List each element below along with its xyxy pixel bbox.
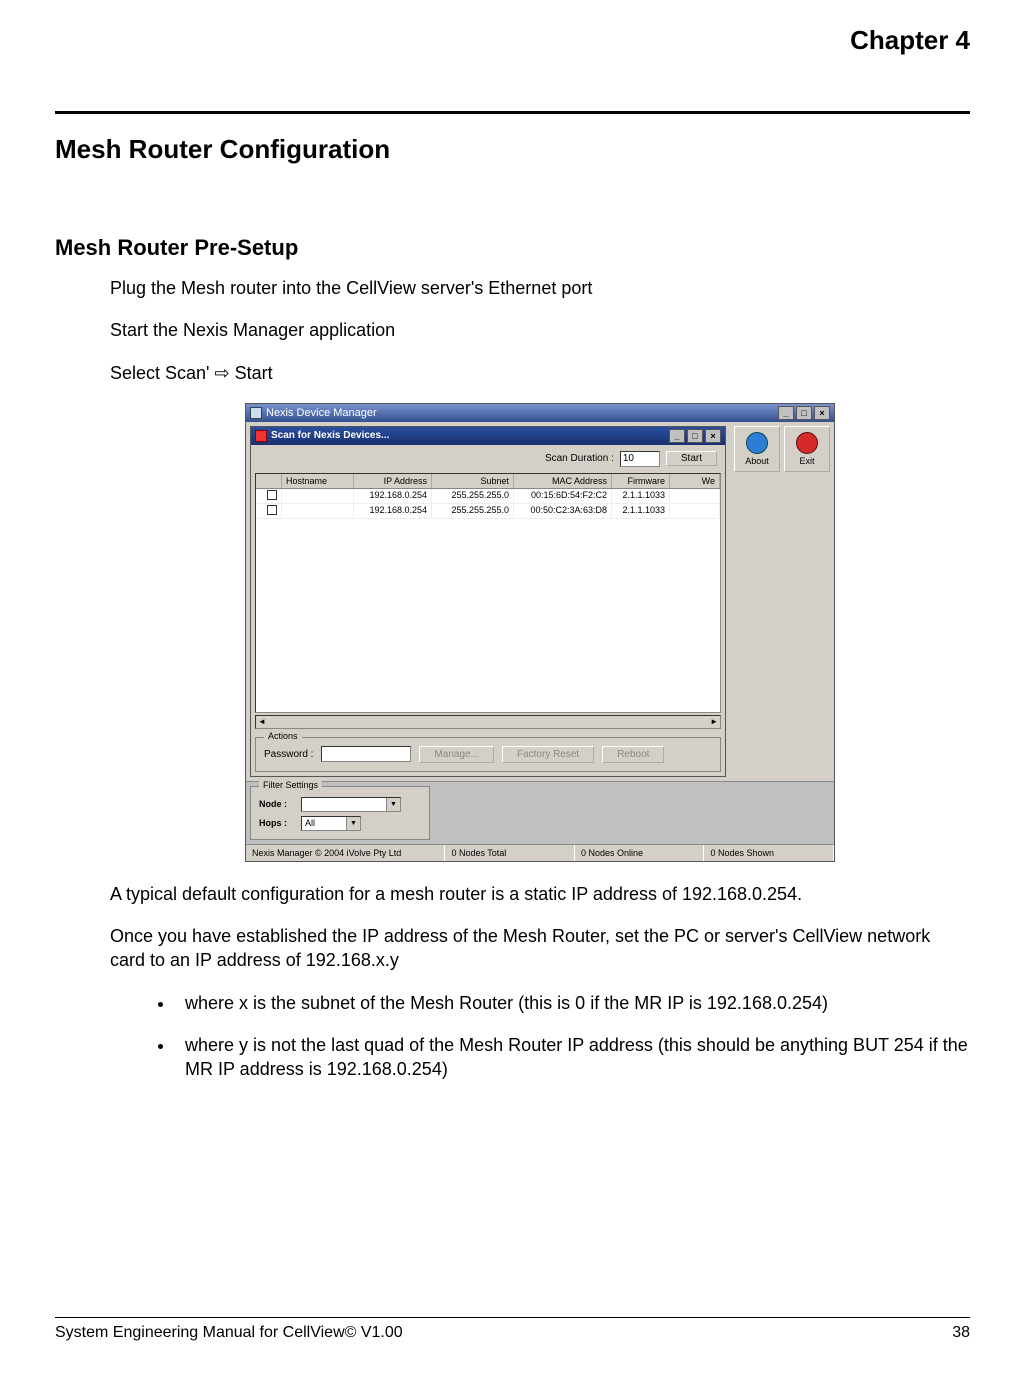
scan-window: Scan for Nexis Devices... _ □ × Scan Dur… <box>250 426 726 777</box>
paragraph: Start the Nexis Manager application <box>110 318 970 342</box>
scroll-right-icon[interactable]: ► <box>710 717 718 726</box>
maximize-button[interactable]: □ <box>796 406 812 420</box>
scan-duration-input[interactable] <box>620 451 660 467</box>
password-input[interactable] <box>321 746 411 762</box>
status-bar: Nexis Manager © 2004 iVolve Pty Ltd 0 No… <box>246 844 834 861</box>
row-checkbox[interactable] <box>267 505 277 515</box>
inner-window-title: Scan for Nexis Devices... <box>271 430 389 441</box>
page-footer: System Engineering Manual for CellView© … <box>55 1317 970 1342</box>
footer-page-number: 38 <box>952 1324 970 1342</box>
status-nodes-total: 0 Nodes Total <box>445 845 575 861</box>
app-icon <box>250 407 262 419</box>
side-buttons: About Exit <box>730 422 834 781</box>
footer-doc-title: System Engineering Manual for CellView© … <box>55 1324 403 1342</box>
grid-header: Hostname IP Address Subnet MAC Address F… <box>256 474 720 489</box>
maximize-button[interactable]: □ <box>687 429 703 443</box>
actions-group: Actions Password : Manage... Factory Res… <box>255 737 721 772</box>
manage-button[interactable]: Manage... <box>419 746 493 763</box>
main-frame: Scan for Nexis Devices... _ □ × Scan Dur… <box>246 422 834 782</box>
scan-duration-label: Scan Duration : <box>545 453 614 464</box>
node-combo[interactable]: ▼ <box>301 797 401 812</box>
scroll-left-icon[interactable]: ◄ <box>258 717 266 726</box>
cell-mac: 00:15:6D:54:F2:C2 <box>514 489 612 503</box>
cell-we <box>670 489 720 503</box>
col-mac[interactable]: MAC Address <box>514 474 612 488</box>
status-nodes-online: 0 Nodes Online <box>575 845 705 861</box>
status-nodes-shown: 0 Nodes Shown <box>704 845 834 861</box>
screenshot-figure: Nexis Device Manager _ □ × Scan for Nexi… <box>110 403 970 862</box>
list-item: where x is the subnet of the Mesh Router… <box>175 991 970 1015</box>
node-label: Node : <box>259 799 295 809</box>
col-firmware[interactable]: Firmware <box>612 474 670 488</box>
device-grid: Hostname IP Address Subnet MAC Address F… <box>255 473 721 713</box>
minimize-button[interactable]: _ <box>778 406 794 420</box>
hops-combo[interactable]: All ▼ <box>301 816 361 831</box>
about-button[interactable]: About <box>734 426 780 472</box>
cell-hostname <box>282 489 354 503</box>
nexis-manager-window: Nexis Device Manager _ □ × Scan for Nexi… <box>245 403 835 862</box>
scan-icon <box>255 430 267 442</box>
cell-hostname <box>282 504 354 518</box>
list-item: where y is not the last quad of the Mesh… <box>175 1033 970 1082</box>
close-button[interactable]: × <box>705 429 721 443</box>
cell-subnet: 255.255.255.0 <box>432 489 514 503</box>
cell-we <box>670 504 720 518</box>
chevron-down-icon: ▼ <box>346 817 360 830</box>
chapter-label: Chapter 4 <box>55 25 970 56</box>
inner-titlebar: Scan for Nexis Devices... _ □ × <box>251 427 725 445</box>
paragraph: A typical default configuration for a me… <box>110 882 970 906</box>
filter-legend: Filter Settings <box>259 780 322 790</box>
hops-label: Hops : <box>259 818 295 828</box>
paragraph: Once you have established the IP address… <box>110 924 970 973</box>
outer-titlebar: Nexis Device Manager _ □ × <box>246 404 834 422</box>
horizontal-scrollbar[interactable]: ◄ ► <box>255 715 721 729</box>
cell-ip: 192.168.0.254 <box>354 489 432 503</box>
minimize-button[interactable]: _ <box>669 429 685 443</box>
info-icon <box>746 432 768 454</box>
cell-subnet: 255.255.255.0 <box>432 504 514 518</box>
bullet-list: where x is the subnet of the Mesh Router… <box>110 991 970 1082</box>
start-button[interactable]: Start <box>666 451 717 466</box>
paragraph: Select Scan' ⇨ Start <box>110 361 970 385</box>
power-icon <box>796 432 818 454</box>
filter-settings-group: Filter Settings Node : ▼ Hops : All ▼ <box>250 786 430 840</box>
col-ip[interactable]: IP Address <box>354 474 432 488</box>
divider <box>55 111 970 114</box>
col-subnet[interactable]: Subnet <box>432 474 514 488</box>
row-checkbox[interactable] <box>267 490 277 500</box>
inner-window-controls: _ □ × <box>669 429 721 443</box>
window-controls: _ □ × <box>778 406 830 420</box>
col-we[interactable]: We <box>670 474 720 488</box>
about-label: About <box>745 456 769 466</box>
exit-button[interactable]: Exit <box>784 426 830 472</box>
paragraph: Plug the Mesh router into the CellView s… <box>110 276 970 300</box>
status-copyright: Nexis Manager © 2004 iVolve Pty Ltd <box>246 845 445 861</box>
password-label: Password : <box>264 749 313 760</box>
outer-window-title: Nexis Device Manager <box>266 407 377 419</box>
table-row[interactable]: 192.168.0.254 255.255.255.0 00:50:C2:3A:… <box>256 504 720 519</box>
hops-combo-value: All <box>302 818 346 828</box>
close-button[interactable]: × <box>814 406 830 420</box>
cell-firmware: 2.1.1.1033 <box>612 489 670 503</box>
exit-label: Exit <box>799 456 814 466</box>
col-hostname[interactable]: Hostname <box>282 474 354 488</box>
reboot-button[interactable]: Reboot <box>602 746 664 763</box>
actions-legend: Actions <box>264 731 302 741</box>
scan-controls: Scan Duration : Start <box>251 445 725 473</box>
body-content: Plug the Mesh router into the CellView s… <box>55 276 970 1082</box>
cell-firmware: 2.1.1.1033 <box>612 504 670 518</box>
cell-mac: 00:50:C2:3A:63:D8 <box>514 504 612 518</box>
page-title: Mesh Router Configuration <box>55 134 970 165</box>
table-row[interactable]: 192.168.0.254 255.255.255.0 00:15:6D:54:… <box>256 489 720 504</box>
section-subtitle: Mesh Router Pre-Setup <box>55 235 970 261</box>
cell-ip: 192.168.0.254 <box>354 504 432 518</box>
chevron-down-icon: ▼ <box>386 798 400 811</box>
factory-reset-button[interactable]: Factory Reset <box>502 746 594 763</box>
col-checkbox <box>256 474 282 488</box>
